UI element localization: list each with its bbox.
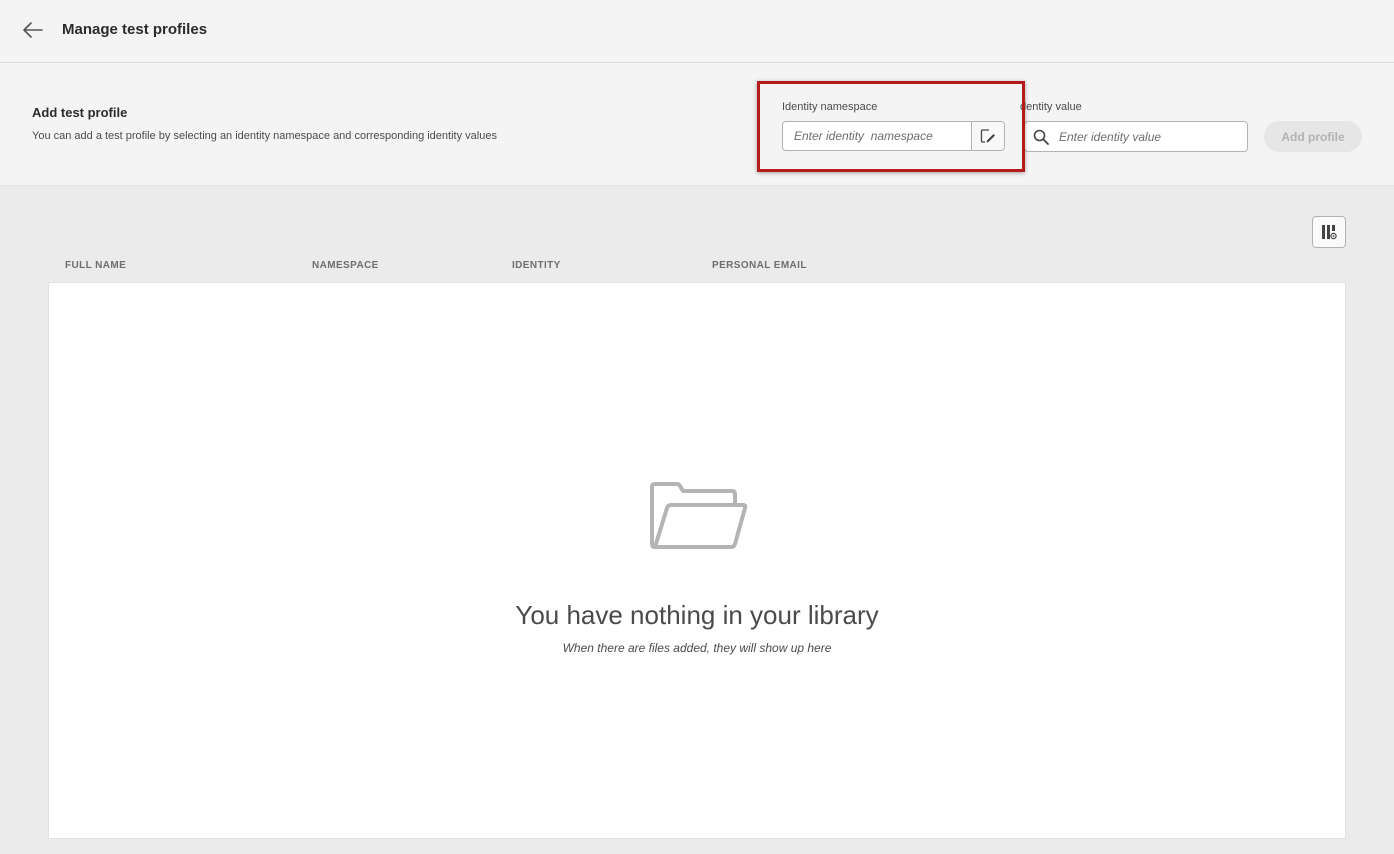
column-header-personal-email[interactable]: PERSONAL EMAIL [712, 260, 807, 271]
folder-open-icon [650, 482, 748, 549]
profiles-table-body: You have nothing in your library When th… [48, 282, 1346, 839]
top-bar: Manage test profiles [0, 0, 1394, 63]
add-profile-title: Add test profile [32, 105, 128, 120]
column-settings-button[interactable] [1312, 216, 1346, 248]
page-title: Manage test profiles [62, 21, 208, 38]
column-header-namespace[interactable]: NAMESPACE [312, 260, 379, 271]
arrow-left-icon [23, 22, 43, 38]
column-header-identity[interactable]: IDENTITY [512, 260, 561, 271]
add-test-profile-panel: Add test profile You can add a test prof… [0, 63, 1394, 186]
add-profile-description: You can add a test profile by selecting … [32, 130, 497, 142]
column-settings-icon [1322, 225, 1337, 240]
add-profile-button[interactable]: Add profile [1264, 121, 1362, 152]
back-button[interactable] [20, 17, 46, 43]
empty-state-subtitle: When there are files added, they will sh… [562, 641, 832, 655]
column-header-full-name[interactable]: FULL NAME [65, 260, 126, 271]
identity-value-input[interactable] [1057, 129, 1247, 144]
search-icon [1025, 129, 1057, 145]
identity-value-field [1024, 121, 1248, 152]
identity-value-label: dentity value [1020, 101, 1082, 113]
empty-state-title: You have nothing in your library [515, 600, 879, 630]
highlight-box [757, 81, 1025, 172]
